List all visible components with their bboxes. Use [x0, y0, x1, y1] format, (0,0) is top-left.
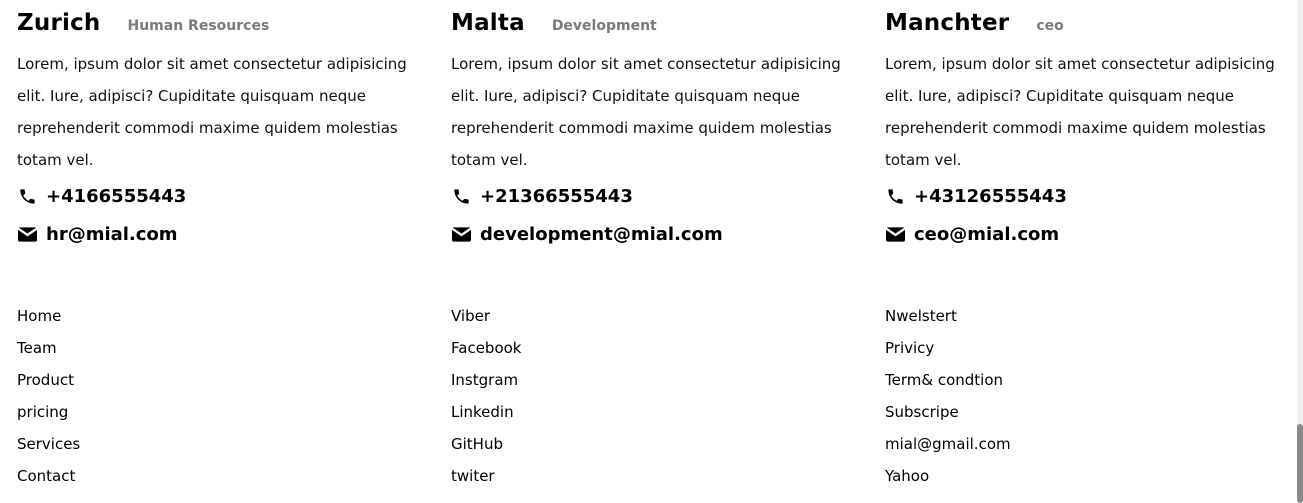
office-phone-number: +43126555443	[914, 185, 1067, 207]
office-city: Manchter	[885, 10, 1010, 36]
envelope-icon	[17, 224, 37, 244]
footer-link-subscribe[interactable]: Subscripe	[885, 396, 1185, 428]
office-email[interactable]: development@mial.com	[451, 215, 871, 253]
office-department: Human Resources	[127, 18, 270, 34]
footer-link-team[interactable]: Team	[17, 332, 317, 364]
office-email-address: development@mial.com	[480, 223, 723, 245]
footer-link-newsletter[interactable]: Nwelstert	[885, 300, 1185, 332]
footer-link-services[interactable]: Services	[17, 428, 317, 460]
phone-icon	[17, 186, 37, 206]
office-phone-number: +21366555443	[480, 185, 633, 207]
footer-link-contact[interactable]: Contact	[17, 460, 317, 492]
envelope-icon	[885, 224, 905, 244]
offices-section: Zurich Human Resources Lorem, ipsum dolo…	[0, 0, 1303, 260]
page-scrollbar[interactable]	[1297, 0, 1303, 503]
office-email-address: hr@mial.com	[46, 223, 178, 245]
office-header: Manchter ceo	[885, 10, 1303, 42]
phone-icon	[451, 186, 471, 206]
office-phone[interactable]: +4166555443	[17, 177, 437, 215]
scrollbar-thumb[interactable]	[1297, 424, 1303, 503]
office-card-manchter: Manchter ceo Lorem, ipsum dolor sit amet…	[885, 10, 1303, 253]
office-header: Zurich Human Resources	[17, 10, 437, 42]
office-email[interactable]: ceo@mial.com	[885, 215, 1303, 253]
office-phone[interactable]: +21366555443	[451, 177, 871, 215]
office-department: ceo	[1036, 18, 1064, 34]
footer-link-home[interactable]: Home	[17, 300, 317, 332]
footer-link-facebook[interactable]: Facebook	[451, 332, 751, 364]
office-card-malta: Malta Development Lorem, ipsum dolor sit…	[451, 10, 871, 253]
footer-link-yahoo[interactable]: Yahoo	[885, 460, 1185, 492]
office-description: Lorem, ipsum dolor sit amet consectetur …	[17, 55, 407, 169]
footer-link-privacy[interactable]: Privicy	[885, 332, 1185, 364]
phone-icon	[885, 186, 905, 206]
office-email-address: ceo@mial.com	[914, 223, 1060, 245]
office-department: Development	[551, 18, 657, 34]
office-phone[interactable]: +43126555443	[885, 177, 1303, 215]
envelope-icon	[451, 224, 471, 244]
footer-link-column-3: Nwelstert Privicy Term& condtion Subscri…	[885, 300, 1185, 492]
office-header: Malta Development	[451, 10, 871, 42]
footer-link-column-2: Viber Facebook Instgram Linkedin GitHub …	[451, 300, 751, 492]
office-city: Zurich	[17, 10, 101, 36]
footer-link-twitter[interactable]: twiter	[451, 460, 751, 492]
office-phone-number: +4166555443	[46, 185, 187, 207]
office-description: Lorem, ipsum dolor sit amet consectetur …	[885, 55, 1275, 169]
footer-link-pricing[interactable]: pricing	[17, 396, 317, 428]
footer-link-github[interactable]: GitHub	[451, 428, 751, 460]
footer-link-email[interactable]: mial@gmail.com	[885, 428, 1185, 460]
footer-link-viber[interactable]: Viber	[451, 300, 751, 332]
footer-link-terms[interactable]: Term& condtion	[885, 364, 1185, 396]
office-description: Lorem, ipsum dolor sit amet consectetur …	[451, 55, 841, 169]
office-city: Malta	[451, 10, 525, 36]
page: Zurich Human Resources Lorem, ipsum dolo…	[0, 0, 1303, 503]
footer-link-linkedin[interactable]: Linkedin	[451, 396, 751, 428]
office-email[interactable]: hr@mial.com	[17, 215, 437, 253]
office-card-zurich: Zurich Human Resources Lorem, ipsum dolo…	[17, 10, 437, 253]
footer-link-instagram[interactable]: Instgram	[451, 364, 751, 396]
footer-link-product[interactable]: Product	[17, 364, 317, 396]
footer-link-column-1: Home Team Product pricing Services Conta…	[17, 300, 317, 492]
